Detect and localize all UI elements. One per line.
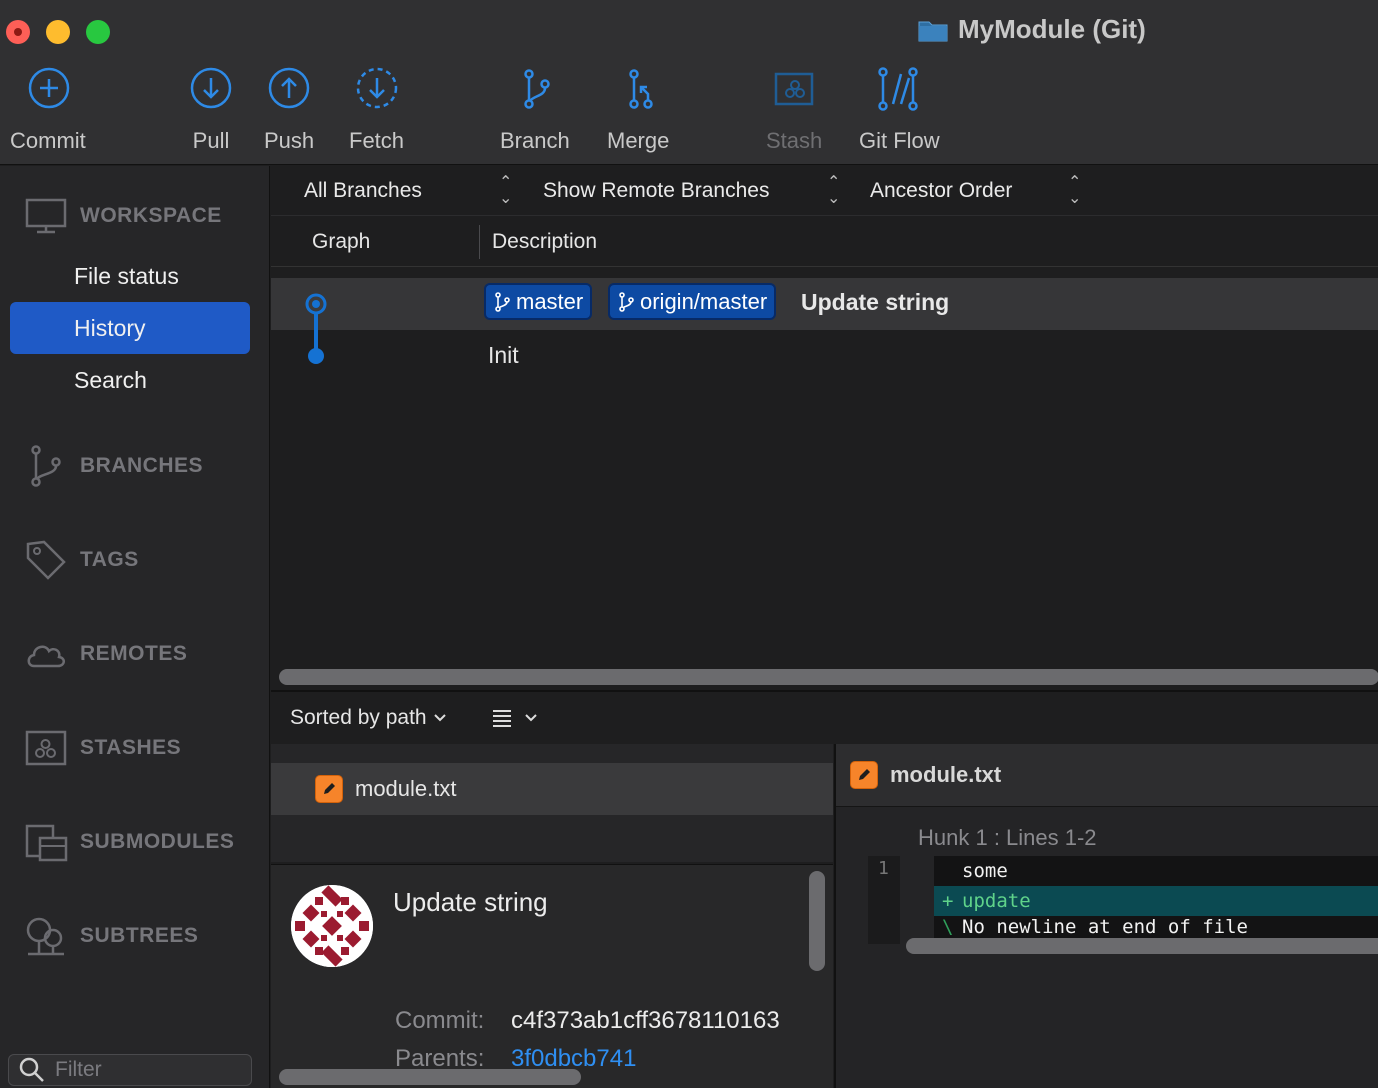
column-divider[interactable] bbox=[479, 225, 480, 259]
diff-line: some bbox=[934, 856, 1378, 886]
git-flow-icon bbox=[878, 67, 919, 111]
view-mode-popup[interactable] bbox=[492, 708, 538, 728]
commit-subject: Update string bbox=[393, 887, 548, 917]
minimize-window-button[interactable] bbox=[46, 20, 70, 44]
branch-icon bbox=[31, 445, 61, 487]
history-view: All Branches ⌃ ⌄ Show Remote Branches ⌃ ⌄ … bbox=[271, 166, 1378, 1088]
merge-button[interactable]: Merge bbox=[607, 64, 669, 154]
commit-message: Update string bbox=[801, 289, 950, 315]
graph-column-header[interactable]: Graph bbox=[312, 230, 370, 254]
filter-input[interactable] bbox=[55, 1058, 235, 1082]
commit-hash: c4f373ab1cff3678110163 bbox=[511, 1007, 780, 1034]
details-vertical-scrollbar[interactable] bbox=[809, 871, 825, 971]
description-column-header[interactable]: Description bbox=[492, 230, 597, 254]
chevron-updown-icon: ⌃ ⌄ bbox=[499, 173, 513, 207]
commit-details: Update string Commit: c4f373ab1cff367811… bbox=[271, 864, 833, 1088]
tree-icon bbox=[26, 917, 64, 956]
remotes-section[interactable]: REMOTES bbox=[24, 632, 187, 676]
changed-files-list: module.txt bbox=[271, 744, 833, 862]
file-item[interactable]: module.txt bbox=[271, 763, 833, 815]
sidebar-item-search[interactable]: Search bbox=[10, 354, 250, 406]
chevron-updown-icon: ⌃ ⌄ bbox=[1068, 173, 1082, 207]
sidebar-item-history[interactable]: History bbox=[10, 302, 250, 354]
branch-filter-popup[interactable]: All Branches bbox=[304, 179, 422, 203]
history-column-header: Graph Description bbox=[271, 217, 1378, 267]
pull-arrow-icon bbox=[190, 67, 232, 109]
monitor-icon bbox=[25, 198, 67, 234]
window-toolbar: MyModule (Git) Commit Pull Push Fetch Br… bbox=[0, 0, 1378, 165]
file-options-bar: Sorted by path bbox=[271, 692, 1378, 744]
order-popup[interactable]: Ancestor Order bbox=[870, 179, 1012, 203]
stash-icon bbox=[25, 730, 67, 766]
sidebar-filter[interactable] bbox=[8, 1054, 252, 1086]
list-icon bbox=[493, 710, 511, 727]
diff-view: module.txt Hunk 1 : Lines 1-2 1 some + u… bbox=[834, 744, 1378, 1088]
pencil-icon bbox=[850, 761, 878, 789]
remote-branches-popup[interactable]: Show Remote Branches bbox=[543, 179, 769, 203]
branch-icon bbox=[495, 291, 510, 312]
stash-icon bbox=[774, 72, 814, 106]
pencil-icon bbox=[315, 775, 343, 803]
git-flow-button[interactable]: Git Flow bbox=[859, 64, 940, 154]
close-window-button[interactable] bbox=[6, 20, 30, 44]
history-filter-bar: All Branches ⌃ ⌄ Show Remote Branches ⌃ ⌄ … bbox=[271, 166, 1378, 216]
fetch-icon bbox=[356, 67, 397, 109]
chevron-updown-icon: ⌃ ⌄ bbox=[827, 173, 841, 207]
workspace-section[interactable]: WORKSPACE bbox=[24, 194, 222, 238]
branch-icon bbox=[524, 69, 550, 109]
commit-button[interactable]: Commit bbox=[10, 64, 86, 154]
zoom-window-button[interactable] bbox=[86, 20, 110, 44]
merge-icon bbox=[629, 69, 653, 109]
tag-icon bbox=[26, 540, 66, 580]
diff-line-no-newline: \ No newline at end of file bbox=[934, 916, 1378, 938]
stash-button[interactable]: Stash bbox=[766, 64, 822, 154]
branch-badge-master[interactable]: master bbox=[484, 283, 593, 320]
chevron-down-icon bbox=[433, 714, 446, 722]
branch-icon bbox=[619, 291, 634, 312]
commit-row[interactable]: master origin/master Update string bbox=[271, 278, 1378, 364]
sort-popup[interactable]: Sorted by path bbox=[290, 706, 447, 730]
branch-button[interactable]: Branch bbox=[500, 64, 570, 154]
sidebar-item-file-status[interactable]: File status bbox=[10, 250, 250, 302]
details-horizontal-scrollbar[interactable] bbox=[279, 1069, 581, 1085]
hunk-header: Hunk 1 : Lines 1-2 bbox=[918, 825, 1097, 850]
line-number-gutter: 1 bbox=[868, 856, 900, 944]
branches-section[interactable]: BRANCHES bbox=[24, 444, 203, 488]
chevron-down-icon bbox=[525, 714, 537, 722]
search-icon bbox=[19, 1057, 44, 1082]
stashes-section[interactable]: STASHES bbox=[24, 726, 181, 770]
diff-line-added: + update bbox=[934, 886, 1378, 916]
fetch-button[interactable]: Fetch bbox=[349, 64, 404, 154]
commit-label: Commit: bbox=[395, 1007, 485, 1034]
submodules-section[interactable]: SUBMODULES bbox=[24, 820, 234, 864]
avatar bbox=[291, 885, 373, 967]
diff-horizontal-scrollbar[interactable] bbox=[906, 938, 1378, 954]
plus-circle-icon bbox=[28, 67, 70, 109]
cloud-icon bbox=[27, 645, 65, 668]
window-title: MyModule (Git) bbox=[918, 14, 1146, 45]
subtrees-section[interactable]: SUBTREES bbox=[24, 914, 198, 958]
push-arrow-icon bbox=[268, 67, 310, 109]
commit-row[interactable]: Init bbox=[271, 330, 1378, 382]
commit-message: Init bbox=[488, 342, 519, 368]
push-button[interactable]: Push bbox=[264, 64, 314, 154]
submodule-icon bbox=[25, 824, 68, 862]
branch-badge-origin-master[interactable]: origin/master bbox=[608, 283, 777, 320]
pull-button[interactable]: Pull bbox=[187, 64, 235, 154]
sidebar: WORKSPACE File status History Search BRA… bbox=[0, 166, 270, 1088]
folder-icon bbox=[918, 21, 948, 41]
history-horizontal-scrollbar[interactable] bbox=[279, 669, 1378, 685]
tags-section[interactable]: TAGS bbox=[24, 538, 139, 582]
diff-file-header: module.txt bbox=[836, 744, 1378, 807]
